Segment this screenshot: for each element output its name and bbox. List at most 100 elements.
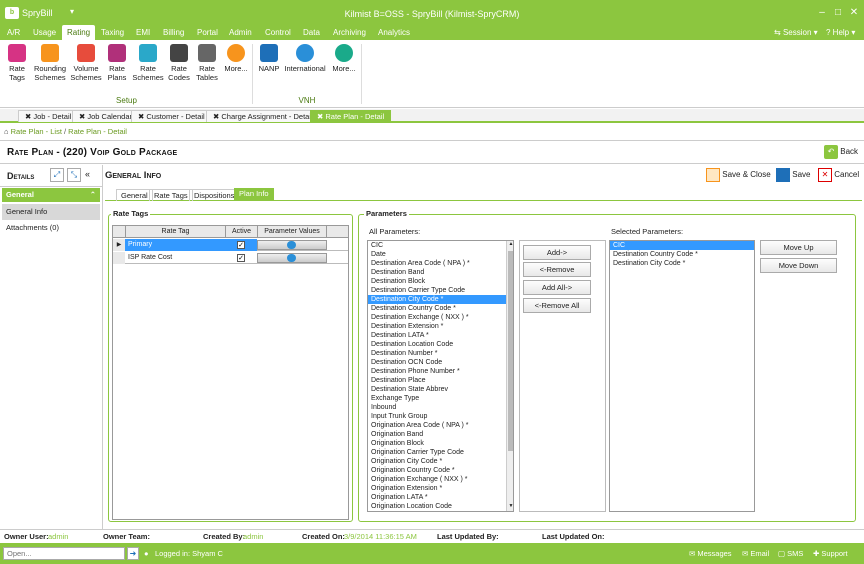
email-button[interactable]: ✉ Email xyxy=(742,549,769,558)
menu-ar[interactable]: A/R xyxy=(2,25,25,40)
menu-archiving[interactable]: Archiving xyxy=(328,25,371,40)
rounding-schemes-button[interactable]: Rounding Schemes xyxy=(32,44,68,96)
messages-button[interactable]: ✉ Messages xyxy=(689,549,732,558)
doc-tab[interactable]: ✖ Job - Detail xyxy=(18,110,79,122)
add-button[interactable]: Add-> xyxy=(523,245,591,260)
list-item[interactable]: Destination Country Code * xyxy=(610,250,754,259)
list-item[interactable]: Destination Place xyxy=(368,376,513,385)
list-item[interactable]: CIC xyxy=(610,241,754,250)
list-item[interactable]: Origination Exchange ( NXX ) * xyxy=(368,475,513,484)
breadcrumb-rate-plan-list[interactable]: Rate Plan - List xyxy=(11,127,62,136)
remove-button[interactable]: <-Remove xyxy=(523,262,591,277)
menu-taxing[interactable]: Taxing xyxy=(96,25,129,40)
doc-tab-active[interactable]: ✖ Rate Plan - Detail xyxy=(310,110,392,122)
menu-emi[interactable]: EMI xyxy=(131,25,155,40)
menu-portal[interactable]: Portal xyxy=(192,25,223,40)
list-item[interactable]: Input Trunk Group xyxy=(368,412,513,421)
list-item[interactable]: Origination Area Code ( NPA ) * xyxy=(368,421,513,430)
list-item[interactable]: Origination Extension * xyxy=(368,484,513,493)
scroll-up-icon[interactable]: ▲ xyxy=(507,241,513,249)
scroll-down-icon[interactable]: ▼ xyxy=(507,503,513,511)
menu-control[interactable]: Control xyxy=(260,25,296,40)
menu-data[interactable]: Data xyxy=(298,25,325,40)
more-setup-button[interactable]: More... xyxy=(222,44,250,96)
menu-rating[interactable]: Rating xyxy=(62,25,96,40)
active-checkbox[interactable]: ✓ xyxy=(237,254,245,262)
list-item[interactable]: Destination Country Code * xyxy=(368,304,513,313)
menu-usage[interactable]: Usage xyxy=(28,25,61,40)
rate-schemes-button[interactable]: Rate Schemes xyxy=(132,44,164,96)
international-button[interactable]: International xyxy=(284,44,326,96)
list-item[interactable]: Destination OCN Code xyxy=(368,358,513,367)
list-item[interactable]: CIC xyxy=(368,241,513,250)
list-item[interactable]: Origination Band xyxy=(368,430,513,439)
sidebar-section-general[interactable]: General ⌃ xyxy=(2,188,100,202)
more-vnh-button[interactable]: More... xyxy=(330,44,358,96)
list-item[interactable]: Destination Extension * xyxy=(368,322,513,331)
list-item[interactable]: Origination LATA * xyxy=(368,493,513,502)
list-item[interactable]: Date xyxy=(368,250,513,259)
menu-admin[interactable]: Admin xyxy=(224,25,257,40)
support-button[interactable]: ✚ Support xyxy=(813,549,848,558)
sidebar-item-general-info[interactable]: General Info xyxy=(2,204,100,220)
list-item[interactable]: Origination Location Code xyxy=(368,502,513,511)
move-down-button[interactable]: Move Down xyxy=(760,258,837,273)
close-icon[interactable]: ✕ xyxy=(846,6,862,20)
list-item[interactable]: Origination City Code * xyxy=(368,457,513,466)
home-icon[interactable]: ⌂ xyxy=(4,127,9,136)
cancel-button[interactable]: ✕ Cancel xyxy=(818,168,859,182)
parameter-values-button[interactable] xyxy=(257,253,327,263)
tab-general[interactable]: General xyxy=(116,189,153,201)
table-row[interactable]: ▶ Primary ✓ xyxy=(113,239,348,251)
minimize-icon[interactable]: – xyxy=(814,6,830,20)
remove-all-button[interactable]: <-Remove All xyxy=(523,298,591,313)
rate-codes-button[interactable]: Rate Codes xyxy=(166,44,192,96)
maximize-icon[interactable]: □ xyxy=(830,6,846,20)
sidebar-item-attachments[interactable]: Attachments (0) xyxy=(2,220,100,236)
active-checkbox[interactable]: ✓ xyxy=(237,241,245,249)
rate-tag-cell[interactable]: Primary xyxy=(125,239,225,251)
rate-tags-button[interactable]: Rate Tags xyxy=(3,44,31,96)
list-item[interactable]: Destination State Abbrev xyxy=(368,385,513,394)
list-item[interactable]: Destination City Code * xyxy=(368,295,513,304)
rate-tag-cell[interactable]: ISP Rate Cost xyxy=(125,252,225,264)
sms-button[interactable]: ▢ SMS xyxy=(778,549,803,558)
list-item[interactable]: Origination Carrier Type Code xyxy=(368,448,513,457)
rate-plans-button[interactable]: Rate Plans xyxy=(104,44,130,96)
doc-tab[interactable]: ✖ Charge Assignment - Detail xyxy=(206,110,320,122)
list-item[interactable]: Destination Number * xyxy=(368,349,513,358)
list-item[interactable]: Origination Block xyxy=(368,439,513,448)
list-item[interactable]: Inbound xyxy=(368,403,513,412)
save-button[interactable]: Save xyxy=(776,168,810,182)
col-parameter-values[interactable]: Parameter Values xyxy=(257,226,327,238)
parameter-values-button[interactable] xyxy=(257,240,327,250)
all-parameters-list[interactable]: CIC Date Destination Area Code ( NPA ) * De… xyxy=(367,240,514,512)
open-go-icon[interactable]: ➜ xyxy=(127,547,139,560)
help-menu[interactable]: ? Help ▾ xyxy=(826,28,855,37)
breadcrumb-rate-plan-detail[interactable]: Rate Plan - Detail xyxy=(68,127,127,136)
selected-parameters-list[interactable]: CIC Destination Country Code * Destination… xyxy=(609,240,755,512)
list-item[interactable]: Exchange Type xyxy=(368,394,513,403)
col-rate-tag[interactable]: Rate Tag xyxy=(125,226,225,238)
tab-dispositions[interactable]: Dispositions xyxy=(189,189,240,201)
menu-billing[interactable]: Billing xyxy=(158,25,189,40)
tab-rate-tags[interactable]: Rate Tags xyxy=(149,189,193,201)
pin-left-icon[interactable]: « xyxy=(85,169,90,179)
scrollbar-thumb[interactable] xyxy=(508,251,513,451)
move-up-button[interactable]: Move Up xyxy=(760,240,837,255)
list-item[interactable]: Destination City Code * xyxy=(610,259,754,268)
list-item[interactable]: Destination Exchange ( NXX ) * xyxy=(368,313,513,322)
session-menu[interactable]: ⇆ Session ▾ xyxy=(774,28,818,37)
list-item[interactable]: Destination Phone Number * xyxy=(368,367,513,376)
list-item[interactable]: Destination Band xyxy=(368,268,513,277)
table-row[interactable]: ISP Rate Cost ✓ xyxy=(113,252,348,264)
list-item[interactable]: Destination Location Code xyxy=(368,340,513,349)
list-item[interactable]: Destination Area Code ( NPA ) * xyxy=(368,259,513,268)
list-item[interactable]: Destination Carrier Type Code xyxy=(368,286,513,295)
save-close-button[interactable]: Save & Close xyxy=(706,168,771,182)
list-item[interactable]: Destination LATA * xyxy=(368,331,513,340)
nanp-button[interactable]: NANP xyxy=(256,44,282,96)
menu-analytics[interactable]: Analytics xyxy=(373,25,415,40)
scrollbar[interactable]: ▲ ▼ xyxy=(506,241,513,511)
list-item[interactable]: Origination Country Code * xyxy=(368,466,513,475)
